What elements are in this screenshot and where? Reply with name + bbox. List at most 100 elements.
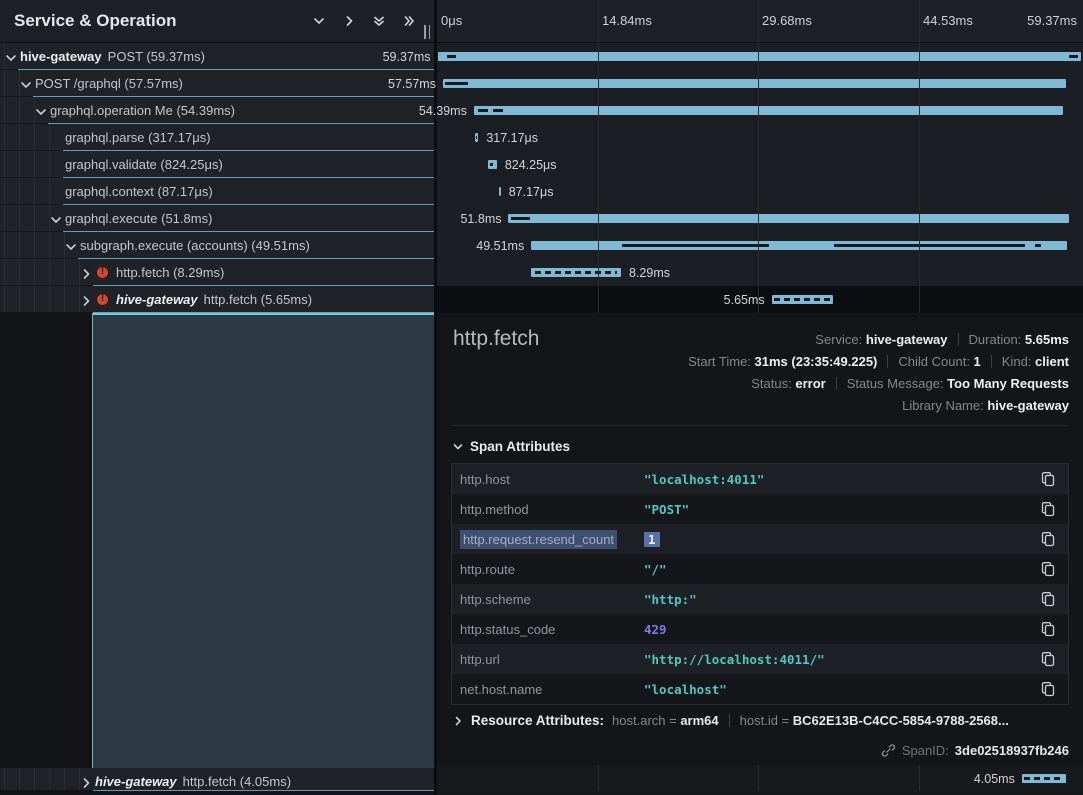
expand-all-icon[interactable] — [398, 10, 420, 32]
span-tree-row[interactable]: POST /graphql (57.57ms) — [0, 70, 434, 97]
meta-separator — [958, 333, 959, 346]
span-tree-row[interactable]: !http.fetch (8.29ms) — [0, 259, 434, 286]
span-bar[interactable] — [531, 241, 1067, 250]
attribute-value: "localhost" — [644, 682, 1032, 697]
span-tree-row[interactable]: hive-gatewayPOST (59.37ms) — [0, 43, 434, 70]
span-bar[interactable] — [488, 160, 497, 169]
timeline-row-selected[interactable]: 5.65ms — [437, 286, 1083, 314]
operation-name: graphql.parse (317.17μs) — [65, 130, 211, 145]
row-expand-chevron[interactable] — [80, 267, 90, 277]
copy-icon[interactable] — [1040, 591, 1056, 607]
span-bar[interactable] — [499, 187, 501, 196]
timeline-row[interactable]: 54.39ms — [437, 97, 1083, 125]
span-bar[interactable] — [438, 52, 1081, 61]
meta-label: Kind: — [1002, 354, 1035, 369]
chevron-right-icon — [80, 295, 92, 307]
row-expand-chevron[interactable] — [80, 294, 90, 304]
attribute-row: http.scheme"http:" — [452, 584, 1068, 614]
timeline-row[interactable]: 49.51ms — [437, 232, 1083, 260]
span-attributes-toggle[interactable]: Span Attributes — [453, 439, 570, 454]
collapse-one-icon[interactable] — [308, 10, 330, 32]
panel-resize-handle[interactable] — [421, 24, 433, 40]
chevron-down-icon — [35, 106, 47, 118]
indent-guide — [19, 205, 20, 232]
meta-separator — [729, 714, 730, 727]
span-duration-label: 51.8ms — [460, 205, 501, 232]
span-bar[interactable] — [475, 133, 478, 142]
operation-name: subgraph.execute (accounts) (49.51ms) — [80, 238, 310, 253]
timeline-row[interactable]: 87.17μs — [437, 178, 1083, 206]
copy-icon[interactable] — [1040, 561, 1056, 577]
attribute-value: "localhost:4011" — [644, 472, 1032, 487]
meta-separator — [991, 355, 992, 368]
span-tree-row[interactable]: !hive-gatewayhttp.fetch (5.65ms) — [0, 286, 434, 313]
span-tree-row[interactable]: graphql.operation Me (54.39ms) — [0, 97, 434, 124]
expand-one-icon[interactable] — [338, 10, 360, 32]
chevron-down-icon — [65, 241, 77, 253]
double-chevron-down-icon — [373, 15, 385, 27]
meta-value: hive-gateway — [866, 332, 948, 347]
attribute-key: http.method — [460, 502, 644, 517]
span-duration-label: 87.17μs — [509, 178, 554, 205]
span-tree-row[interactable]: graphql.execute (51.8ms) — [0, 205, 434, 232]
copy-icon[interactable] — [1040, 531, 1056, 547]
row-collapse-chevron[interactable] — [65, 240, 75, 250]
child-span-mark — [511, 217, 530, 220]
link-icon[interactable] — [881, 743, 896, 758]
chevron-down-icon — [50, 214, 62, 226]
meta-label: Status Message: — [847, 376, 947, 391]
timeline-row[interactable]: 59.37ms — [437, 43, 1083, 71]
indent-guide — [4, 151, 5, 178]
span-duration-label: 8.29ms — [629, 259, 670, 286]
span-bar[interactable] — [772, 295, 833, 304]
row-collapse-chevron[interactable] — [5, 51, 15, 61]
span-bar[interactable] — [474, 106, 1063, 115]
span-bar[interactable] — [1022, 774, 1066, 783]
copy-icon[interactable] — [1040, 651, 1056, 667]
child-span-mark — [1069, 55, 1078, 58]
timeline-tick-label: 14.84ms — [602, 13, 652, 28]
attribute-row: http.method"POST" — [452, 494, 1068, 524]
operation-name: http.fetch (4.05ms) — [183, 774, 291, 789]
span-tree-row[interactable]: graphql.validate (824.25μs) — [0, 151, 434, 178]
indent-guide — [19, 232, 20, 259]
timeline-row[interactable]: 824.25μs — [437, 151, 1083, 179]
timeline-row[interactable]: 8.29ms — [437, 259, 1083, 287]
span-tree-row[interactable]: hive-gatewayhttp.fetch (4.05ms) — [0, 768, 434, 791]
timeline-bottom-row: 4.05ms — [437, 765, 1083, 791]
resource-attributes-toggle[interactable]: Resource Attributes: host.arch = arm64ho… — [453, 713, 1009, 728]
indent-guide — [49, 178, 50, 205]
collapse-all-icon[interactable] — [368, 10, 390, 32]
timeline-row[interactable]: 317.17μs — [437, 124, 1083, 152]
chevron-right-icon — [343, 15, 355, 27]
row-collapse-chevron[interactable] — [20, 78, 30, 88]
meta-value: 31ms (23:35:49.225) — [755, 354, 878, 369]
indent-guide — [34, 286, 35, 313]
span-bar[interactable] — [443, 79, 1067, 88]
span-bar[interactable] — [508, 214, 1069, 223]
attribute-row: http.request.resend_count1 — [452, 524, 1068, 554]
meta-value: error — [795, 376, 825, 391]
span-tree-row[interactable]: graphql.parse (317.17μs) — [0, 124, 434, 151]
row-collapse-chevron[interactable] — [35, 105, 45, 115]
service-name: hive-gateway — [116, 292, 198, 307]
detail-divider — [453, 425, 1069, 426]
row-collapse-chevron[interactable] — [50, 213, 60, 223]
row-expand-chevron[interactable] — [80, 776, 90, 786]
indent-guide — [34, 205, 35, 232]
span-row-label: hive-gatewayPOST (59.37ms) — [20, 43, 205, 69]
copy-icon[interactable] — [1040, 621, 1056, 637]
span-row-label: POST /graphql (57.57ms) — [35, 70, 183, 96]
timeline-row[interactable]: 57.57ms — [437, 70, 1083, 98]
span-attributes-table: http.host"localhost:4011"http.method"POS… — [451, 463, 1069, 705]
span-tree-row[interactable]: graphql.context (87.17μs) — [0, 178, 434, 205]
copy-icon[interactable] — [1040, 501, 1056, 517]
timeline-row[interactable]: 51.8ms — [437, 205, 1083, 233]
span-bar[interactable] — [531, 268, 621, 277]
span-meta-line: Service: hive-gatewayDuration: 5.65ms — [688, 329, 1069, 351]
copy-icon[interactable] — [1040, 471, 1056, 487]
span-tree-row[interactable]: subgraph.execute (accounts) (49.51ms) — [0, 232, 434, 259]
timeline-tick-label: 44.53ms — [923, 13, 973, 28]
copy-icon[interactable] — [1040, 681, 1056, 697]
child-span-mark — [490, 163, 493, 166]
